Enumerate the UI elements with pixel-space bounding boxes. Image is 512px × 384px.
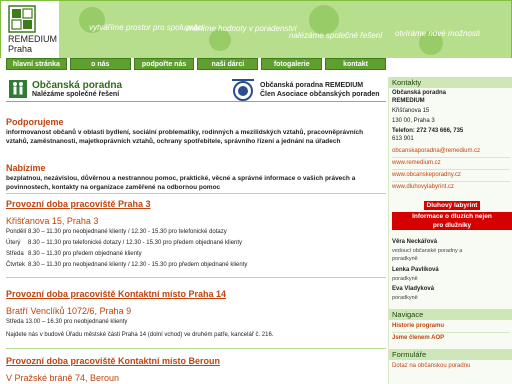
contact-email-link[interactable]: obcanskaporadna@remedium.cz [392,148,480,154]
tagline-2: měníme hodnoty v poradenství [187,24,297,33]
sidebar-heading-navigation: Navigace [389,309,512,320]
nav-about[interactable]: o nás [69,58,131,70]
contact-city: 130 00, Praha 3 [392,118,435,124]
section-text-support: informovanost občanů v oblasti bydlení, … [6,129,364,145]
logo-area[interactable]: REMEDIUM Praha [1,1,59,58]
contact-street: Křišťanova 15 [392,108,430,114]
address-beroun: V Pražské bráně 74, Beroun [6,373,120,383]
contact-org-1: Občanská poradna [392,90,447,96]
contact-phone-1: Telefon: 272 743 666, 735 [392,128,464,134]
nav-support[interactable]: podpořte nás [133,58,195,70]
divider [6,193,386,194]
section-heading-offer: Nabízíme [6,163,46,173]
person-role: vedoucí občanské poradny a [392,248,463,254]
nav-contact[interactable]: kontakt [325,58,386,70]
logo-name: REMEDIUM [8,34,57,44]
aop-logo-icon [230,79,256,101]
tagline-3: nalézáme společné řešení [289,31,383,40]
person-name: Věra Neckářová [392,239,438,245]
person-name: Lenka Pavlíková [392,267,439,273]
main-content: Podporujeme informovanost občanů v oblas… [6,110,386,384]
address-praha3: Křišťanova 15, Praha 3 [6,216,99,226]
main-nav: hlavní stránka o nás podpořte nás naši d… [6,58,386,70]
aop-text-1: Občanská poradna REMEDIUM [260,82,364,89]
form-question-link[interactable]: Dotaz na občanskou poradnu [392,363,470,369]
link-obcanskeporadny[interactable]: www.obcanskeporadny.cz [392,172,461,178]
divider [6,348,386,349]
page-title-bar: Občanská poradna Nalézáme společné řešen… [6,77,386,102]
link-remedium[interactable]: www.remedium.cz [392,160,441,166]
divider [392,332,510,333]
remedium-logo-icon [8,5,36,33]
aop-text-2: Člen Asociace občanských poraden [260,91,380,98]
page-title: Občanská poradna [32,80,123,91]
site-header: REMEDIUM Praha vytváříme prostor pro spo… [0,0,512,58]
divider [392,157,510,158]
person-role: poradkyně [392,256,418,262]
hours-heading-beroun[interactable]: Provozní doba pracoviště Kontaktní místo… [6,356,220,366]
person-name: Eva Vladyková [392,286,435,292]
section-heading-support: Podporujeme [6,117,64,127]
contact-org-2: REMEDIUM [392,98,425,104]
nav-history-link[interactable]: Historie programu [392,323,444,329]
sidebar-heading-forms: Formuláře [389,349,512,360]
address-praha14: Bratří Venclíků 1072/6, Praha 9 [6,306,132,316]
hours-row: Čtvrtek 8.30 – 11.30 pro neobjednané klie… [6,262,248,268]
link-dluhovylabyrint[interactable]: www.dluhovylabyrint.cz [392,184,454,190]
hours-heading-praha14[interactable]: Provozní doba pracoviště Kontaktní místo… [6,289,226,299]
person-role: poradkyně [392,276,418,282]
sidebar: Kontakty Občanská poradna REMEDIUM Křišť… [388,77,512,384]
divider [392,169,510,170]
logo-city: Praha [8,44,33,54]
hours-row: Najdete nás v budově Úřadu městské části… [6,332,274,338]
page-subtitle: Nalézáme společné řešení [32,91,120,98]
banner-dluhy-info[interactable]: Informace o dluzích nejen pro dlužníky [392,212,512,230]
nav-gallery[interactable]: fotogalerie [261,58,323,70]
tagline-4: otvíráme nové možnosti [395,29,480,38]
banner-dluhovy-labyrint[interactable]: Dluhový labyrint [424,201,480,210]
header-banner: vytváříme prostor pro spolupráci měníme … [59,1,511,58]
section-text-offer: bezplatnou, nezávislou, důvěrnou a nestr… [6,175,356,191]
people-icon [9,80,27,98]
sidebar-heading-contacts: Kontakty [389,77,512,88]
nav-aop-member-link[interactable]: Jsme členem AOP [392,335,444,341]
hours-heading-praha3[interactable]: Provozní doba pracoviště Praha 3 [6,199,151,209]
nav-home[interactable]: hlavní stránka [6,58,67,70]
nav-donors[interactable]: naši dárci [197,58,259,70]
hours-row: Úterý 8.30 – 11.30 pro telefonické dotazy… [6,240,243,246]
person-role: poradkyně [392,295,418,301]
hours-row: Středa 13.00 – 16.30 pro neobjednané kli… [6,319,128,325]
contact-phone-2: 613 901 [392,136,414,142]
hours-row: Pondělí 8.30 – 11.30 pro neobjednané klie… [6,229,227,235]
divider [6,277,386,278]
divider [392,181,510,182]
hours-row: Středa 8.30 – 11.30 pro předem objednané … [6,251,142,257]
